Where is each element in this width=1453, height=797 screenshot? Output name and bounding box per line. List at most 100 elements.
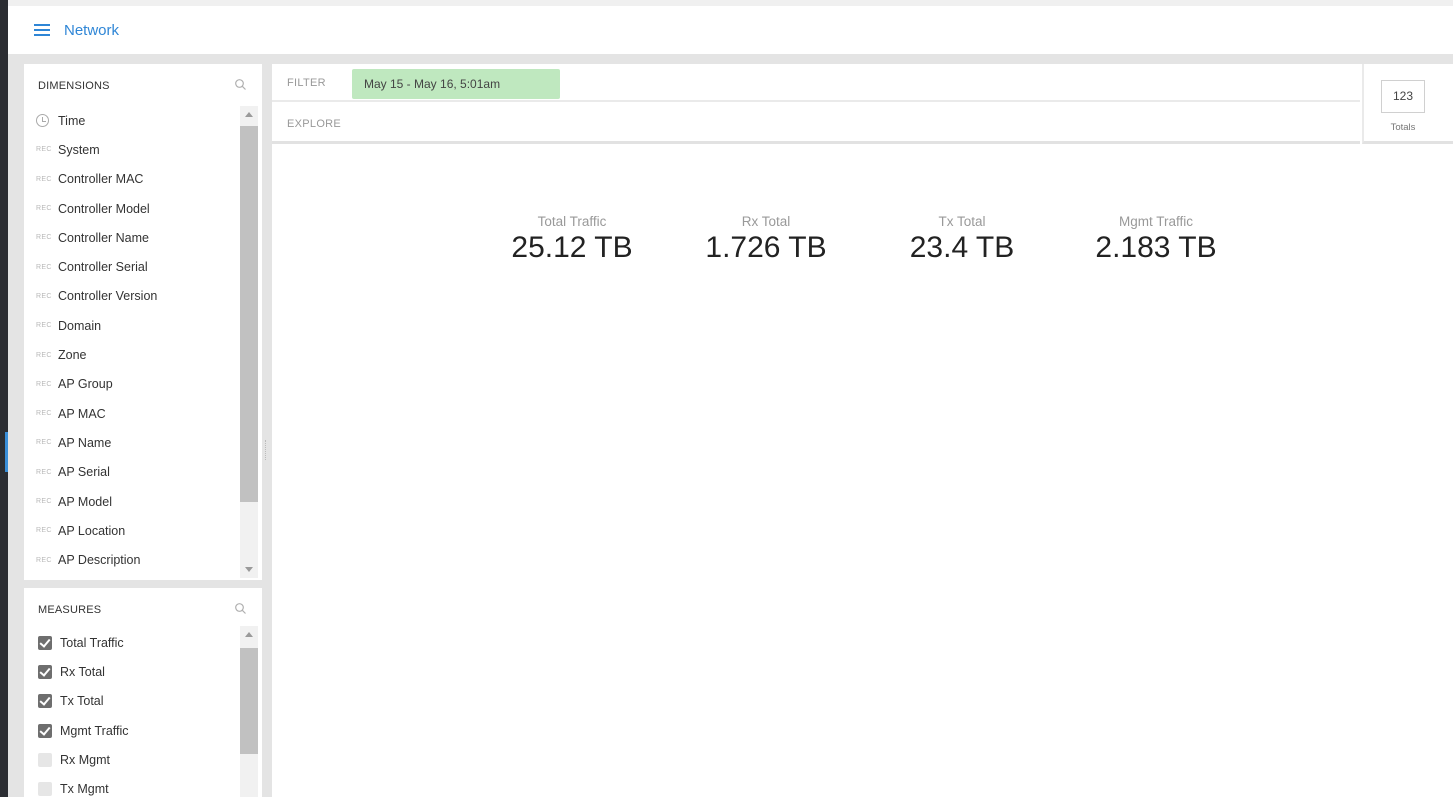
measure-item[interactable]: Rx Total [38,657,228,686]
metric-value: 23.4 TB [909,231,1015,264]
dimension-label: AP Model [58,494,112,509]
checkbox-unchecked[interactable] [38,752,52,767]
dimension-label: AP Group [58,377,113,392]
measure-label: Rx Total [60,664,105,679]
measure-label: Mgmt Traffic [60,723,129,738]
string-type-icon: REC [36,263,52,271]
scroll-down-arrow-icon[interactable] [245,567,253,572]
measure-label: Tx Mgmt [60,782,109,797]
checkbox-checked[interactable] [38,664,52,679]
dimension-item[interactable]: REC AP Name [36,428,236,457]
measures-scroll-thumb[interactable] [240,648,258,754]
dimension-label: System [58,142,100,157]
string-type-icon: REC [36,322,52,330]
scroll-up-arrow-icon[interactable] [245,632,253,637]
dimension-label: Controller Model [58,201,150,216]
measure-label: Total Traffic [60,635,124,650]
totals-view: Total Traffic 25.12 TB Rx Total 1.726 TB… [272,214,1360,284]
total-metric: Rx Total 1.726 TB [666,214,866,265]
metric-value: 1.726 TB [705,231,827,264]
left-nav-active-indicator [5,432,8,472]
top-bar: Network [8,0,1453,54]
measures-title: MEASURES [38,604,102,616]
dimension-label: Domain [58,318,102,333]
app-title[interactable]: Network [64,22,119,39]
dimensions-scrollbar[interactable] [240,106,258,578]
metric-label: Tx Total [938,214,986,229]
dimension-label: Controller Version [58,289,158,304]
dimension-label: Controller MAC [58,172,144,187]
checkbox-checked[interactable] [38,694,52,709]
dimension-item[interactable]: REC System [36,135,236,164]
dimension-item[interactable]: REC Zone [36,340,236,369]
dimensions-panel: DIMENSIONS Time REC System REC Controlle… [24,64,262,580]
measures-list: Total Traffic Rx Total Tx Total Mgmt Tra… [38,628,228,797]
string-type-icon: REC [36,439,52,447]
dimension-label: AP Serial [58,465,110,480]
total-metric: Tx Total 23.4 TB [862,214,1062,265]
dimension-item[interactable]: REC AP Model [36,487,236,516]
dimension-item[interactable]: REC AP MAC [36,399,236,428]
string-type-icon: REC [36,498,52,505]
measure-item[interactable]: Tx Total [38,687,228,716]
explore-bar[interactable]: EXPLORE [272,104,1360,144]
metric-label: Mgmt Traffic [1118,214,1193,229]
dimension-item[interactable]: REC Domain [36,311,236,340]
dimension-label: Time [58,113,86,128]
hamburger-menu-icon[interactable] [34,24,50,38]
dimension-item[interactable]: REC AP Group [36,370,236,399]
filter-bar: FILTER May 15 - May 16, 5:01am [272,64,1360,102]
visualization-label: Totals [1390,122,1416,133]
dimension-label: AP Description [58,553,141,568]
filter-label: FILTER [287,77,326,89]
measures-scrollbar[interactable] [240,626,258,797]
metric-value: 25.12 TB [511,231,633,264]
visualization-selector[interactable]: 123 Totals [1362,64,1453,144]
dimension-label: Controller Serial [58,260,148,275]
string-type-icon: REC [36,527,52,535]
string-type-icon: REC [36,468,52,476]
checkbox-checked[interactable] [38,723,52,738]
measures-panel: MEASURES Total Traffic Rx Total Tx Total… [24,588,262,797]
total-metric: Total Traffic 25.12 TB [472,214,672,265]
string-type-icon: REC [36,380,52,388]
string-type-icon: REC [36,292,52,300]
dimension-label: Controller Name [58,230,150,245]
string-type-icon: REC [36,351,52,359]
dimension-label: AP Name [58,435,112,450]
dimensions-scroll-thumb[interactable] [240,126,258,502]
total-metric: Mgmt Traffic 2.183 TB [1056,214,1256,265]
dimension-item-time[interactable]: Time [36,106,236,135]
metric-label: Total Traffic [537,214,607,229]
search-icon[interactable] [234,78,248,92]
search-icon[interactable] [234,602,248,616]
dimension-item[interactable]: REC Controller MAC [36,165,236,194]
checkbox-unchecked[interactable] [38,782,52,797]
dimension-item[interactable]: REC Controller Name [36,223,236,252]
dimension-item[interactable]: REC Controller Serial [36,252,236,281]
dimension-item[interactable]: REC AP Description [36,545,236,574]
string-type-icon: REC [36,175,52,183]
scroll-up-arrow-icon[interactable] [245,112,253,117]
checkbox-checked[interactable] [38,635,52,650]
string-type-icon: REC [36,410,52,418]
measure-item[interactable]: Mgmt Traffic [38,716,228,745]
dimension-label: Zone [58,348,87,363]
measure-item[interactable]: Tx Mgmt [38,774,228,797]
string-type-icon: REC [36,556,52,564]
explore-label: EXPLORE [287,118,342,130]
measure-item[interactable]: Total Traffic [38,628,228,657]
clock-icon [36,114,49,128]
time-filter-chip[interactable]: May 15 - May 16, 5:01am [352,69,560,99]
measure-label: Tx Total [60,694,104,709]
metric-label: Rx Total [741,214,791,229]
measure-item[interactable]: Rx Mgmt [38,745,228,774]
panel-resize-handle[interactable] [265,440,268,460]
dimension-item[interactable]: REC AP Location [36,516,236,545]
dimension-label: AP MAC [58,406,106,421]
string-type-icon: REC [36,205,52,213]
dimension-item[interactable]: REC Controller Model [36,194,236,223]
left-nav-edge [0,0,8,797]
dimension-item[interactable]: REC Controller Version [36,282,236,311]
dimension-item[interactable]: REC AP Serial [36,458,236,487]
